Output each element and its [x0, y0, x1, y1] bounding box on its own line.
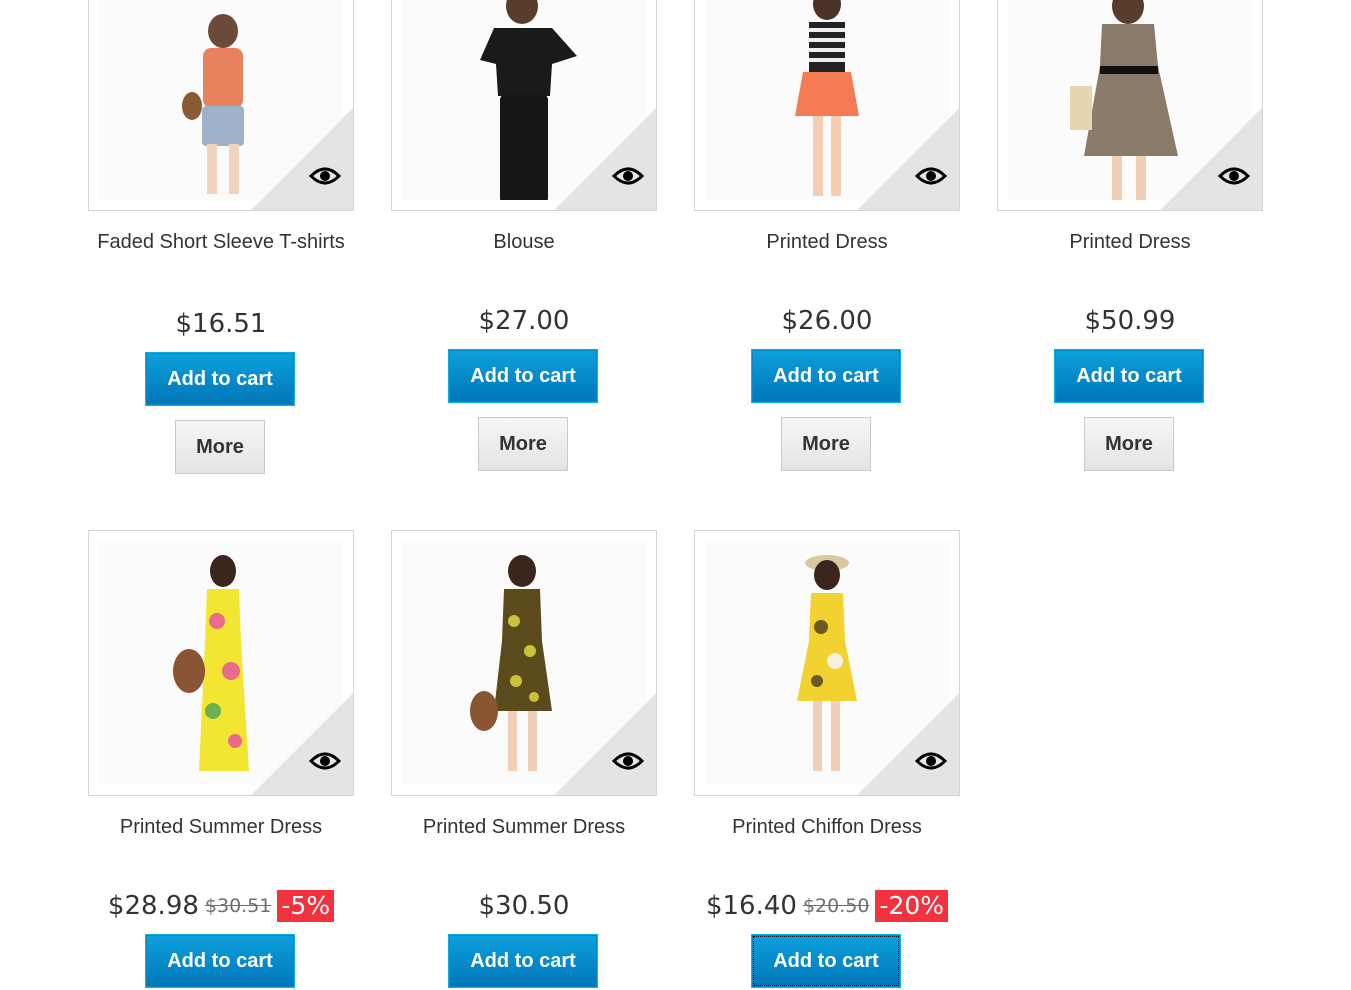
product-title[interactable]: Printed Chiffon Dress — [694, 813, 960, 841]
eye-icon[interactable] — [915, 747, 947, 775]
old-price: $20.50 — [802, 895, 870, 917]
product-image-link[interactable] — [391, 530, 657, 796]
product-title[interactable]: Printed Dress — [997, 228, 1263, 256]
product-price: $26.00 — [781, 306, 873, 336]
eye-icon[interactable] — [1218, 162, 1250, 190]
old-price: $30.51 — [204, 895, 272, 917]
product-title[interactable]: Printed Summer Dress — [391, 813, 657, 841]
product-price: $16.51 — [175, 309, 267, 339]
add-to-cart-button[interactable]: Add to cart — [448, 934, 598, 988]
add-to-cart-button[interactable]: Add to cart — [145, 934, 295, 988]
price-row: $16.40 $20.50 -20% — [694, 889, 960, 923]
eye-icon[interactable] — [915, 162, 947, 190]
product-title[interactable]: Faded Short Sleeve T-shirts — [88, 228, 354, 256]
add-to-cart-button[interactable]: Add to cart — [751, 349, 901, 403]
add-to-cart-button[interactable]: Add to cart — [1054, 349, 1204, 403]
add-to-cart-button[interactable]: Add to cart — [145, 352, 295, 406]
product-price: $28.98 — [107, 891, 199, 921]
eye-icon[interactable] — [309, 747, 341, 775]
price-row: $26.00 — [694, 304, 960, 338]
product-price: $27.00 — [478, 306, 570, 336]
product-price: $16.40 — [705, 891, 797, 921]
product-price: $30.50 — [478, 891, 570, 921]
product-image-link[interactable] — [694, 530, 960, 796]
add-to-cart-button[interactable]: Add to cart — [751, 934, 901, 988]
eye-icon[interactable] — [612, 162, 644, 190]
product-title[interactable]: Printed Dress — [694, 228, 960, 256]
product-title[interactable]: Printed Summer Dress — [88, 813, 354, 841]
price-row: $50.99 — [997, 304, 1263, 338]
more-button[interactable]: More — [781, 417, 871, 471]
price-row: $27.00 — [391, 304, 657, 338]
product-image-link[interactable] — [88, 0, 354, 211]
add-to-cart-button[interactable]: Add to cart — [448, 349, 598, 403]
product-image-link[interactable] — [694, 0, 960, 211]
product-price: $50.99 — [1084, 306, 1176, 336]
price-row: $16.51 — [88, 307, 354, 341]
product-image-link[interactable] — [391, 0, 657, 211]
price-row: $30.50 — [391, 889, 657, 923]
product-image-link[interactable] — [997, 0, 1263, 211]
product-title[interactable]: Blouse — [391, 228, 657, 256]
eye-icon[interactable] — [309, 162, 341, 190]
discount-badge: -20% — [875, 890, 949, 922]
eye-icon[interactable] — [612, 747, 644, 775]
more-button[interactable]: More — [478, 417, 568, 471]
price-row: $28.98 $30.51 -5% — [88, 889, 354, 923]
product-image-link[interactable] — [88, 530, 354, 796]
discount-badge: -5% — [277, 890, 335, 922]
more-button[interactable]: More — [175, 420, 265, 474]
more-button[interactable]: More — [1084, 417, 1174, 471]
